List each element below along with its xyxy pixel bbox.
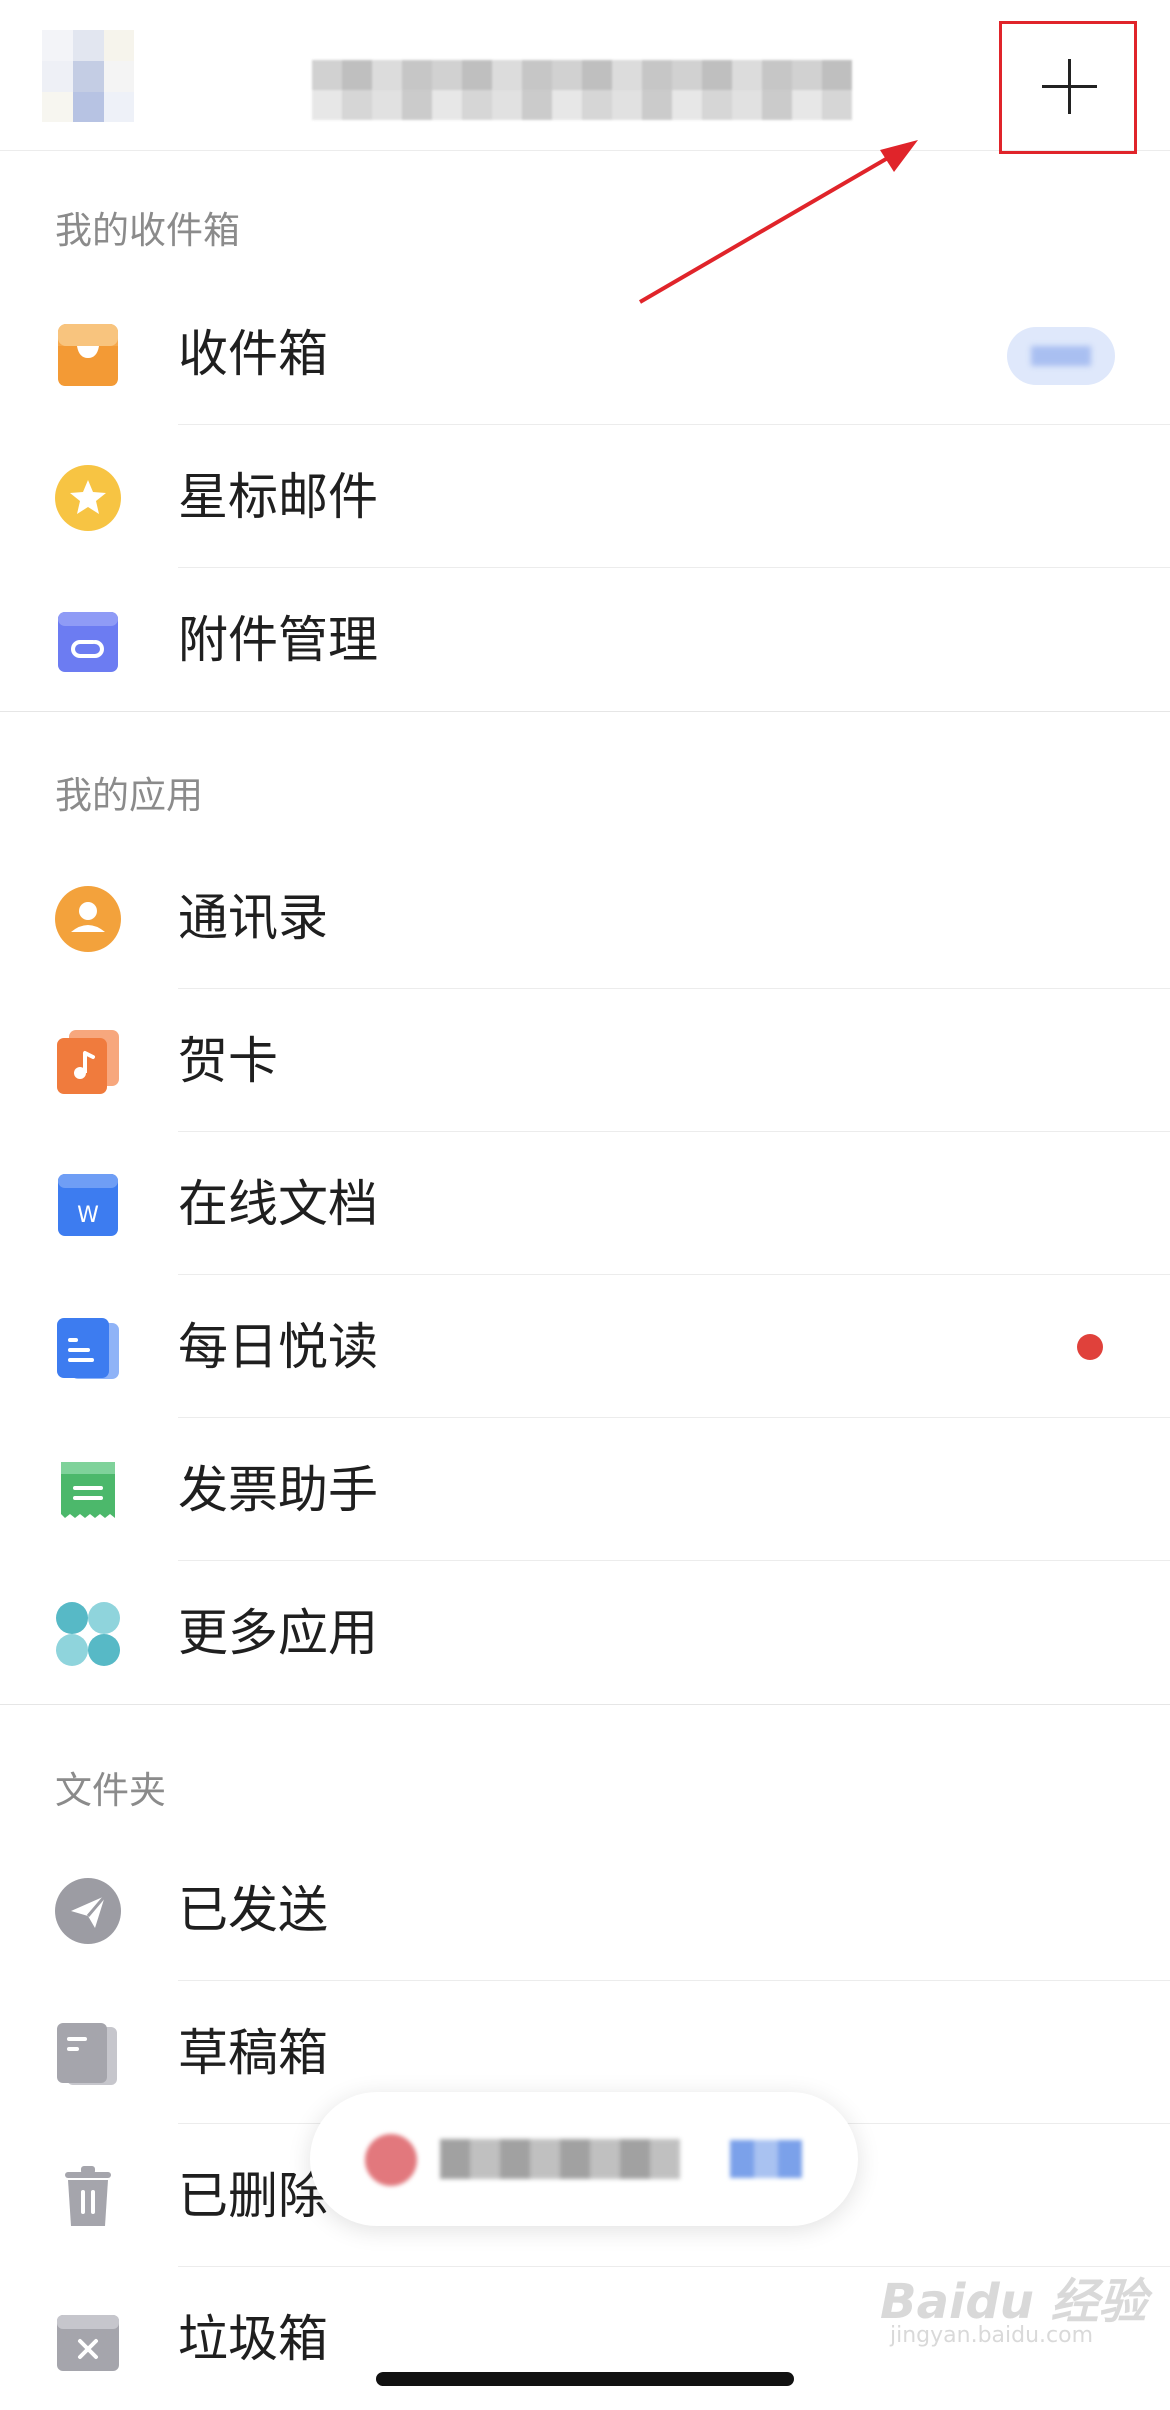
menu-item-contacts[interactable]: 通讯录 [0,846,1170,989]
menu-item-label: 垃圾箱 [178,2310,328,2368]
account-name-blurred[interactable] [312,60,852,120]
contacts-person-icon [55,886,121,952]
menu-item-label: 已发送 [178,1881,328,1939]
watermark-brand: Baidu 经验 [880,2274,1147,2330]
avatar[interactable] [42,30,134,122]
menu-item-attachments[interactable]: 附件管理 [0,568,1170,711]
menu-item-label: 收件箱 [178,325,328,383]
invoice-receipt-icon [61,1462,115,1518]
watermark-url: jingyan.baidu.com [890,2323,1094,2348]
unread-count-badge [1007,327,1115,385]
inbox-tray-icon [58,324,118,386]
menu-item-label: 草稿箱 [178,2024,328,2082]
menu-item-starred[interactable]: 星标邮件 [0,425,1170,568]
menu-item-label: 贺卡 [178,1032,278,1090]
menu-item-label: 发票助手 [178,1461,378,1519]
greeting-card-music-icon [57,1030,119,1094]
section-title-apps: 我的应用 [55,774,203,817]
menu-item-label: 通讯录 [178,889,328,947]
menu-item-online-docs[interactable]: W 在线文档 [0,1132,1170,1275]
section-divider [0,711,1170,712]
menu-item-more-apps[interactable]: 更多应用 [0,1561,1170,1704]
star-icon [55,465,121,531]
menu-item-label: 附件管理 [178,611,378,669]
drafts-icon [57,2023,117,2085]
menu-item-label: 已删除 [178,2167,328,2225]
toast-notification [310,2092,858,2226]
paper-plane-icon [55,1878,121,1944]
more-apps-grid-icon [56,1602,120,1666]
menu-item-label: 每日悦读 [178,1318,378,1376]
svg-text:W: W [77,1203,99,1228]
add-button[interactable] [999,21,1137,154]
section-title-folders: 文件夹 [55,1769,166,1812]
alert-icon [365,2134,417,2186]
reading-list-icon [57,1318,119,1379]
trash-can-icon [65,2166,111,2226]
attachment-clip-icon [58,612,118,672]
toast-action-link[interactable] [730,2140,802,2178]
unread-dot [1077,1334,1103,1360]
menu-item-label: 星标邮件 [178,468,378,526]
menu-item-inbox[interactable]: 收件箱 [0,282,1170,425]
menu-item-greeting-card[interactable]: 贺卡 [0,989,1170,1132]
home-indicator[interactable] [376,2372,794,2386]
section-divider [0,1704,1170,1705]
top-bar [0,0,1170,154]
word-document-icon: W [58,1174,118,1236]
menu-item-label: 更多应用 [178,1604,378,1662]
spam-box-icon [57,2315,119,2371]
section-title-mailbox: 我的收件箱 [55,209,240,252]
menu-item-label: 在线文档 [178,1175,378,1233]
menu-item-invoice[interactable]: 发票助手 [0,1418,1170,1561]
toast-message-blurred [440,2139,680,2179]
menu-item-sent[interactable]: 已发送 [0,1838,1170,1981]
menu-item-daily-reading[interactable]: 每日悦读 [0,1275,1170,1418]
